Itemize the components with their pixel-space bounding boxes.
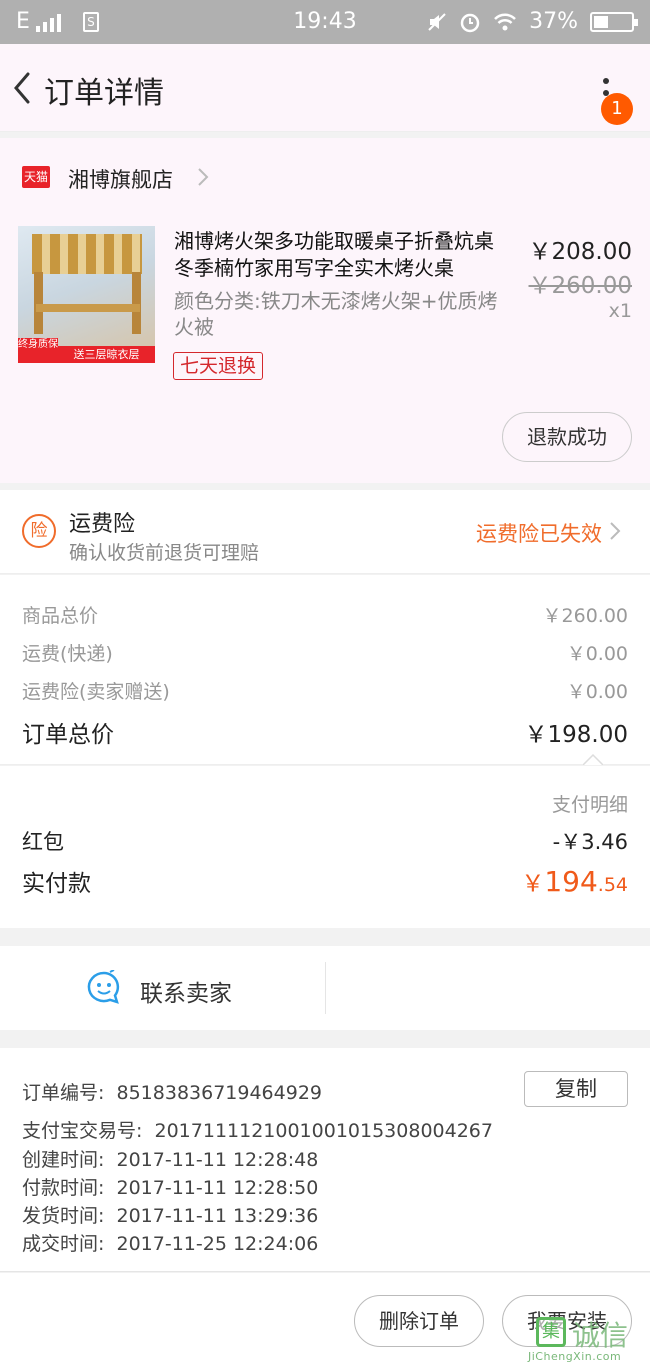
price-row-value: ￥260.00: [542, 605, 628, 627]
shipped-row: 发货时间: 2017-11-11 13:29:36: [22, 1201, 318, 1228]
paid-integer: 194: [544, 865, 598, 898]
watermark-logo: 集: [536, 1317, 566, 1347]
image-tag-warranty: 终身质保: [18, 338, 58, 363]
insurance-subtitle: 确认收货前退货可理赔: [69, 542, 260, 564]
created-label: 创建时间:: [22, 1149, 105, 1171]
chat-bubble-icon[interactable]: [86, 970, 122, 1004]
insurance-status[interactable]: 运费险已失效: [476, 518, 602, 548]
order-total-value: ￥198.00: [524, 722, 628, 748]
paid-amount-row: 实付款 ￥194.54: [22, 864, 628, 898]
service-tag: 七天退换: [173, 352, 264, 380]
contact-seller-button[interactable]: 联系卖家: [140, 974, 232, 1008]
product-price: ￥208.00: [528, 239, 632, 265]
price-row-value: ￥0.00: [566, 643, 628, 665]
created-time: 2017-11-11 12:28:48: [116, 1149, 319, 1171]
wifi-icon: [494, 13, 516, 30]
paid-amount: ￥194.54: [521, 864, 628, 898]
order-total-label: 订单总价: [22, 722, 114, 748]
price-row: 运费险(卖家赠送) ￥0.00: [22, 677, 628, 704]
notification-badge: 1: [601, 93, 633, 125]
chevron-right-icon[interactable]: [608, 520, 622, 542]
watermark-text: 诚信: [572, 1319, 629, 1352]
paid-time: 2017-11-11 12:28:50: [116, 1177, 319, 1199]
order-number-row: 订单编号: 85183836719464929: [22, 1078, 322, 1105]
closed-label: 成交时间:: [22, 1233, 105, 1255]
price-breakdown: 商品总价 ￥260.00 运费(快递) ￥0.00 运费险(卖家赠送) ￥0.0…: [0, 575, 650, 765]
alipay-label: 支付宝交易号:: [22, 1120, 143, 1142]
divider: [325, 962, 326, 1014]
payment-detail: 支付明细 红包 -￥3.46 实付款 ￥194.54: [0, 766, 650, 928]
refund-status-button[interactable]: 退款成功: [502, 412, 632, 462]
price-row-label: 运费(快递): [22, 643, 113, 665]
closed-row: 成交时间: 2017-11-25 12:24:06: [22, 1229, 318, 1256]
product-image[interactable]: 终身质保 送三层晾衣层: [18, 226, 155, 363]
created-row: 创建时间: 2017-11-11 12:28:48: [22, 1145, 318, 1172]
paid-decimal: .54: [597, 874, 628, 896]
back-arrow-icon[interactable]: [8, 66, 38, 110]
shipped-time: 2017-11-11 13:29:36: [116, 1205, 319, 1227]
hongbao-label: 红包: [22, 830, 64, 854]
status-right: 37%: [427, 9, 638, 34]
payment-detail-label: 支付明细: [551, 794, 628, 816]
nav-header: 订单详情 1: [0, 44, 650, 132]
hongbao-value: -￥3.46: [552, 830, 628, 854]
order-total-row: 订单总价 ￥198.00: [22, 715, 628, 749]
page-title: 订单详情: [44, 76, 164, 111]
product-quantity: x1: [608, 300, 632, 322]
shop-name[interactable]: 湘博旗舰店: [68, 164, 173, 194]
copy-button[interactable]: 复制: [524, 1071, 628, 1107]
alipay-row: 支付宝交易号: 2017111121001001015308004267: [22, 1116, 493, 1143]
paid-currency: ￥: [521, 871, 545, 897]
caret-up-icon: [583, 753, 603, 765]
delete-order-button[interactable]: 删除订单: [354, 1295, 484, 1347]
product-title[interactable]: 湘博烤火架多功能取暖桌子折叠炕桌冬季楠竹家用写字全实木烤火桌: [174, 228, 504, 282]
chevron-right-icon[interactable]: [196, 166, 210, 188]
tmall-logo-icon: 天猫: [22, 166, 50, 188]
alarm-icon: [460, 13, 480, 32]
order-number: 85183836719464929: [116, 1082, 323, 1104]
price-row-label: 商品总价: [22, 605, 99, 627]
battery-percent: 37%: [529, 9, 578, 34]
battery-icon: [590, 11, 638, 32]
price-row: 商品总价 ￥260.00: [22, 601, 628, 628]
shipped-label: 发货时间:: [22, 1205, 105, 1227]
freight-insurance-row[interactable]: 险 运费险 确认收货前退货可理赔 运费险已失效: [0, 490, 650, 574]
price-row-value: ￥0.00: [566, 681, 628, 703]
original-price: ￥260.00: [528, 273, 632, 299]
image-tag-gift: 送三层晾衣层: [58, 346, 155, 363]
alipay-number: 2017111121001001015308004267: [154, 1120, 493, 1142]
price-row-label: 运费险(卖家赠送): [22, 681, 170, 703]
insurance-icon: 险: [22, 514, 56, 548]
order-info: 订单编号: 85183836719464929 复制 支付宝交易号: 20171…: [0, 1048, 650, 1272]
hongbao-row: 红包 -￥3.46: [22, 826, 628, 856]
order-number-label: 订单编号:: [22, 1082, 105, 1104]
paid-time-label: 付款时间:: [22, 1177, 105, 1199]
paid-label: 实付款: [22, 871, 91, 897]
contact-seller-row: 联系卖家: [0, 946, 650, 1030]
price-row: 运费(快递) ￥0.00: [22, 639, 628, 666]
paid-time-row: 付款时间: 2017-11-11 12:28:50: [22, 1173, 318, 1200]
order-item-card: 天猫 湘博旗舰店 终身质保 送三层晾衣层 湘博烤火架多功能取暖桌子折叠炕桌冬季楠…: [0, 138, 650, 483]
watermark-url: JiChengXin.com: [528, 1350, 622, 1363]
closed-time: 2017-11-25 12:24:06: [116, 1233, 319, 1255]
status-bar: E S 19:43 37%: [0, 0, 650, 44]
mute-icon: [428, 12, 446, 31]
product-sku: 颜色分类:铁刀木无漆烤火架+优质烤火被: [174, 289, 498, 339]
insurance-title: 运费险: [69, 512, 136, 537]
